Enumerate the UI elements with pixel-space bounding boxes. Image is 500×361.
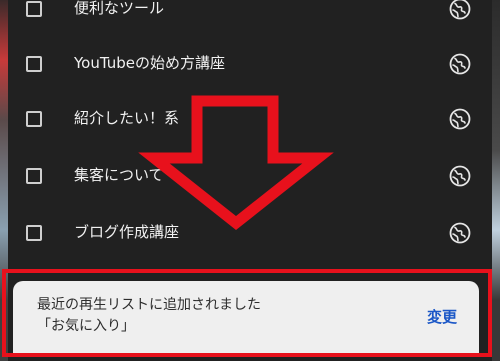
toast-message: 最近の再生リストに追加されました 「お気に入り」 bbox=[37, 295, 261, 337]
change-button[interactable]: 変更 bbox=[427, 306, 457, 327]
toast-message-line1: 最近の再生リストに追加されました bbox=[37, 297, 261, 313]
added-to-playlist-toast: 最近の再生リストに追加されました 「お気に入り」 変更 bbox=[13, 281, 479, 353]
toast-message-line2: 「お気に入り」 bbox=[37, 318, 135, 334]
arrow-down-icon bbox=[138, 95, 334, 231]
